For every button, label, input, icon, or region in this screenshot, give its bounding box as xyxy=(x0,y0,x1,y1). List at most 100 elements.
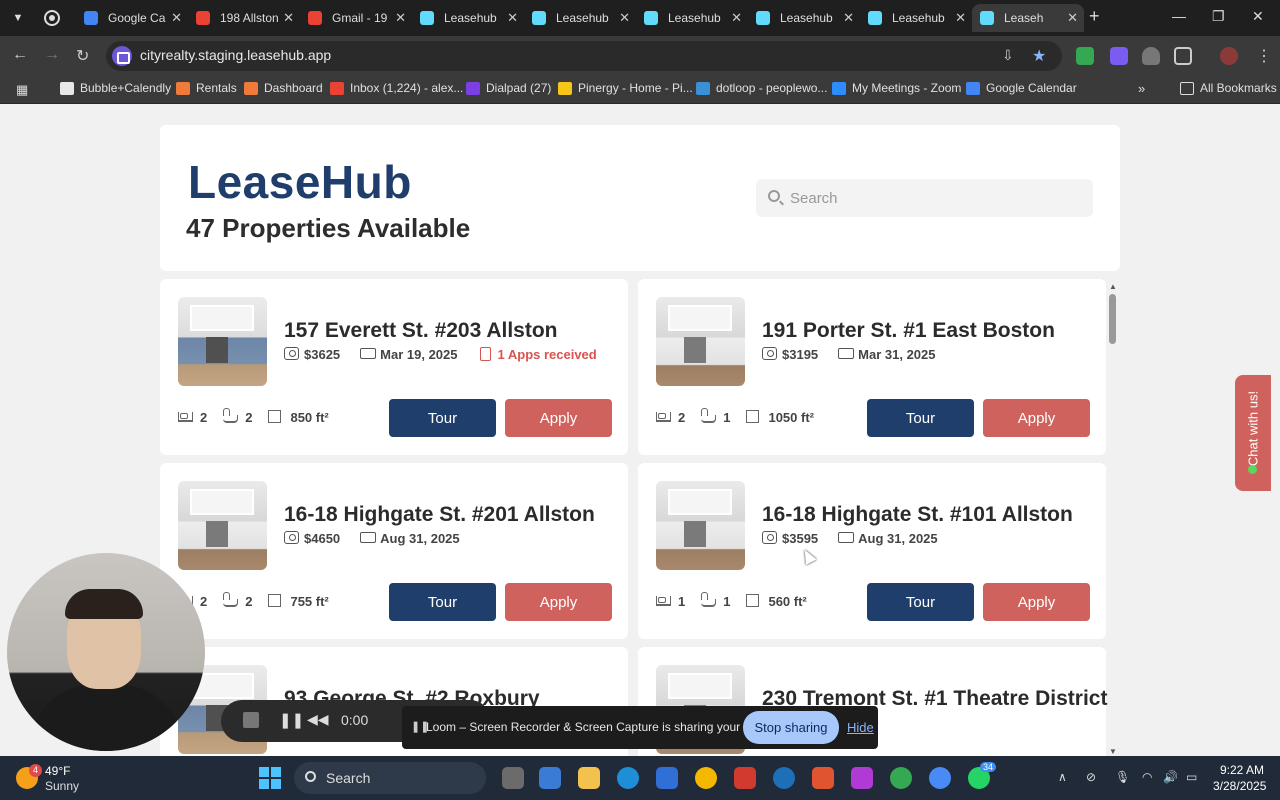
chrome-icon[interactable] xyxy=(890,767,912,789)
close-tab-icon[interactable]: ✕ xyxy=(283,4,294,32)
bookmark-star-icon[interactable]: ★ xyxy=(1032,46,1046,66)
listing-card[interactable]: 157 Everett St. #203 Allston $3625 Mar 19,… xyxy=(160,279,628,455)
tour-button[interactable]: Tour xyxy=(389,583,496,621)
taskbar-search[interactable]: Search xyxy=(294,762,486,794)
wifi-icon[interactable]: ◠ xyxy=(1142,770,1152,784)
hide-share-bar-link[interactable]: Hide xyxy=(847,720,874,735)
listing-card[interactable]: 16-18 Highgate St. #101 Allston $3595 Aug … xyxy=(638,463,1106,639)
listing-photo[interactable] xyxy=(178,297,267,386)
edge-browser-icon[interactable] xyxy=(617,767,639,789)
stop-recording-button[interactable] xyxy=(243,712,259,728)
close-tab-icon[interactable]: ✕ xyxy=(171,4,182,32)
close-window-button[interactable]: ✕ xyxy=(1252,8,1264,25)
pause-recording-icon[interactable]: ❚❚ xyxy=(279,711,304,729)
extension-badge-icon[interactable] xyxy=(1110,47,1128,65)
listing-card[interactable]: 191 Porter St. #1 East Boston $3195 Mar 31… xyxy=(638,279,1106,455)
stop-sharing-button[interactable]: Stop sharing xyxy=(743,711,839,744)
close-tab-icon[interactable]: ✕ xyxy=(1067,4,1078,32)
address-bar[interactable]: cityrealty.staging.leasehub.app ⇩ ★ xyxy=(106,41,1062,71)
browser-tab[interactable]: Leasehub ✕ xyxy=(524,4,636,32)
bookmark-item[interactable]: Bubble+Calendly xyxy=(60,81,171,95)
tour-button[interactable]: Tour xyxy=(867,399,974,437)
listing-address[interactable]: 16-18 Highgate St. #101 Allston xyxy=(762,503,1073,527)
bookmark-item[interactable]: Rentals xyxy=(176,81,237,95)
bookmark-item[interactable]: Inbox (1,224) - alex... xyxy=(330,81,463,95)
bookmark-item[interactable]: Pinergy - Home - Pi... xyxy=(558,81,693,95)
reload-icon[interactable]: ↻ xyxy=(76,46,89,66)
apply-button[interactable]: Apply xyxy=(505,399,612,437)
listing-card[interactable]: 16-18 Highgate St. #201 Allston $4650 Aug … xyxy=(160,463,628,639)
taskbar-time[interactable]: 9:22 AM xyxy=(1220,763,1264,777)
listing-address[interactable]: 157 Everett St. #203 Allston xyxy=(284,319,558,343)
browser-tab[interactable]: Gmail - 19 ✕ xyxy=(300,4,412,32)
scroll-up-arrow-icon[interactable]: ▲ xyxy=(1109,282,1117,291)
task-view-icon[interactable] xyxy=(502,767,524,789)
creative-app-icon[interactable] xyxy=(851,767,873,789)
globe-app-icon[interactable] xyxy=(773,767,795,789)
leasehub-logo[interactable]: LeaseHub xyxy=(188,155,412,209)
brave-browser-icon[interactable] xyxy=(812,767,834,789)
tray-overflow-icon[interactable]: ∧ xyxy=(1058,770,1067,784)
bookmark-item[interactable]: Dialpad (27) xyxy=(466,81,551,95)
minimize-button[interactable]: — xyxy=(1172,8,1186,24)
apply-button[interactable]: Apply xyxy=(505,583,612,621)
close-tab-icon[interactable]: ✕ xyxy=(843,4,854,32)
extension-shield-icon[interactable] xyxy=(1142,47,1160,65)
back-arrow-icon[interactable]: ← xyxy=(12,46,28,64)
listing-scrollbar[interactable]: ▲ ▼ xyxy=(1107,280,1119,756)
listing-address[interactable]: 16-18 Highgate St. #201 Allston xyxy=(284,503,595,527)
bookmark-item[interactable]: My Meetings - Zoom xyxy=(832,81,961,95)
tour-button[interactable]: Tour xyxy=(867,583,974,621)
close-tab-icon[interactable]: ✕ xyxy=(619,4,630,32)
search-input[interactable] xyxy=(790,179,1080,217)
browser-tab[interactable]: 198 Allston ✕ xyxy=(188,4,300,32)
listing-photo[interactable] xyxy=(656,481,745,570)
forward-arrow-icon[interactable]: → xyxy=(44,46,60,64)
all-bookmarks-folder[interactable]: All Bookmarks xyxy=(1180,81,1277,95)
network-off-icon[interactable]: ⊘ xyxy=(1086,770,1096,784)
speaker-icon[interactable]: 🔊 xyxy=(1163,770,1178,784)
close-tab-icon[interactable]: ✕ xyxy=(731,4,742,32)
bookmark-item[interactable]: Dashboard xyxy=(244,81,323,95)
windows-start-icon[interactable] xyxy=(259,767,281,789)
microphone-icon[interactable]: 🎙 xyxy=(1115,770,1130,784)
apply-button[interactable]: Apply xyxy=(983,399,1090,437)
scroll-thumb[interactable] xyxy=(1109,294,1116,344)
copilot-icon[interactable] xyxy=(539,767,561,789)
site-camera-icon[interactable] xyxy=(112,46,132,66)
tips-icon[interactable] xyxy=(695,767,717,789)
chat-with-us-button[interactable]: Chat with us! xyxy=(1235,375,1271,491)
browser-tab[interactable]: Leasehub ✕ xyxy=(748,4,860,32)
profile-avatar[interactable] xyxy=(1220,47,1238,65)
microsoft-store-icon[interactable] xyxy=(656,767,678,789)
security-app-icon[interactable] xyxy=(734,767,756,789)
restart-recording-icon[interactable]: ◀◀ xyxy=(307,711,329,728)
scroll-down-arrow-icon[interactable]: ▼ xyxy=(1109,747,1117,756)
tab-search-chevron-icon[interactable]: ▼ xyxy=(8,8,28,28)
bookmark-item[interactable]: dotloop - peoplewo... xyxy=(696,81,827,95)
apps-grid-icon[interactable]: ▦ xyxy=(16,82,28,98)
tour-button[interactable]: Tour xyxy=(389,399,496,437)
browser-tab[interactable]: Google Ca ✕ xyxy=(76,4,188,32)
listing-address[interactable]: 191 Porter St. #1 East Boston xyxy=(762,319,1055,343)
close-tab-icon[interactable]: ✕ xyxy=(395,4,406,32)
listing-photo[interactable] xyxy=(656,297,745,386)
taskbar-date[interactable]: 3/28/2025 xyxy=(1213,779,1266,793)
file-explorer-icon[interactable] xyxy=(578,767,600,789)
extensions-puzzle-icon[interactable] xyxy=(1174,47,1192,65)
browser-tab[interactable]: Leasehub ✕ xyxy=(412,4,524,32)
browser-tab[interactable]: Leasehub ✕ xyxy=(860,4,972,32)
battery-icon[interactable]: ▭ xyxy=(1186,770,1197,784)
close-tab-icon[interactable]: ✕ xyxy=(507,4,518,32)
maximize-button[interactable]: ❐ xyxy=(1212,8,1225,25)
browser-tab[interactable]: Leasehub ✕ xyxy=(636,4,748,32)
chrome-profile-icon[interactable] xyxy=(929,767,951,789)
more-bookmarks-icon[interactable]: » xyxy=(1138,81,1145,96)
browser-menu-icon[interactable]: ⋮ xyxy=(1256,46,1272,66)
listing-photo[interactable] xyxy=(178,481,267,570)
apply-button[interactable]: Apply xyxy=(983,583,1090,621)
browser-tab[interactable]: Leaseh ✕ xyxy=(972,4,1084,32)
search-box[interactable] xyxy=(756,179,1093,217)
extension-sheets-icon[interactable] xyxy=(1076,47,1094,65)
close-tab-icon[interactable]: ✕ xyxy=(955,4,966,32)
